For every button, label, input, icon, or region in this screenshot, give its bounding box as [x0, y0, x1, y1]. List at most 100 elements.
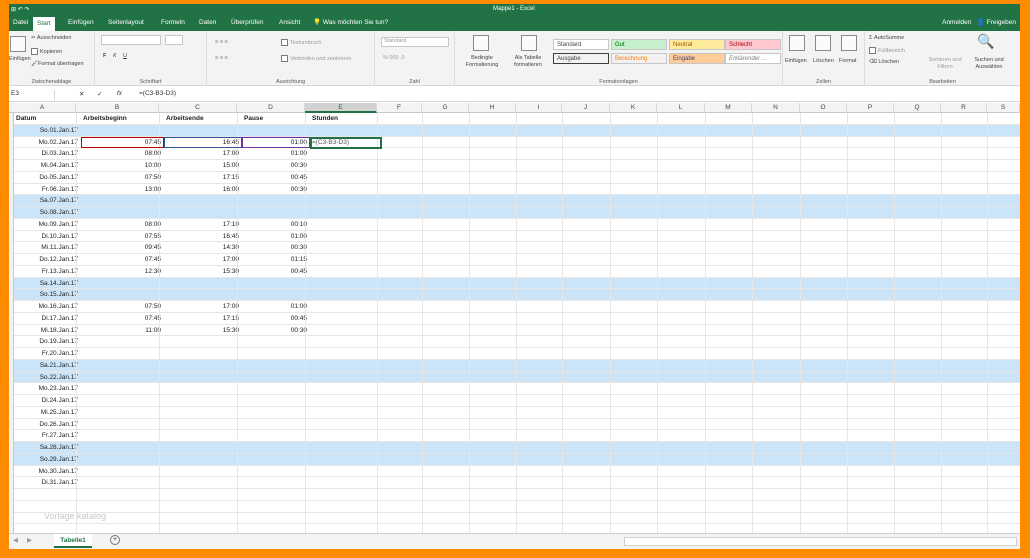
cell-end[interactable] — [164, 419, 239, 431]
prev-sheet-icon[interactable]: ◀ — [13, 536, 18, 544]
cell-end[interactable] — [164, 360, 239, 372]
delete-cells-icon[interactable] — [815, 35, 831, 51]
cell-end[interactable] — [164, 289, 239, 301]
percent-icon[interactable]: % 000 ,0 — [383, 55, 405, 61]
cell-start[interactable]: 13:00 — [81, 184, 161, 196]
cell-end[interactable] — [164, 195, 239, 207]
cell-start[interactable] — [81, 454, 161, 466]
cell-start[interactable] — [81, 466, 161, 478]
bold-button[interactable]: F — [103, 53, 106, 59]
cell-date[interactable]: So.08.Jan.17 — [14, 207, 78, 219]
cell-start[interactable]: 09:45 — [81, 242, 161, 254]
cell-end[interactable] — [164, 430, 239, 442]
clear-button[interactable]: ⌫ Löschen — [869, 59, 899, 65]
column-header-k[interactable]: K — [610, 103, 657, 113]
cell-end[interactable]: 16:45 — [164, 231, 239, 243]
cell-date[interactable]: So.29.Jan.17 — [14, 454, 78, 466]
quick-access-toolbar[interactable]: ⊞ ↶ ↷ — [11, 6, 29, 13]
cell-date[interactable]: Mo.16.Jan.17 — [14, 301, 78, 313]
cell-start[interactable] — [81, 348, 161, 360]
cell-start[interactable]: 07:45 — [81, 313, 161, 325]
cell-start[interactable] — [81, 195, 161, 207]
cell-date[interactable]: Mo.23.Jan.17 — [14, 383, 78, 395]
cell-date[interactable]: Mi.04.Jan.17 — [14, 160, 78, 172]
formula-input[interactable]: =(C3-B3-D3) — [139, 90, 176, 97]
cell-date[interactable]: Sa.07.Jan.17 — [14, 195, 78, 207]
number-format-select[interactable]: Standard — [381, 37, 449, 47]
paste-icon[interactable] — [10, 36, 26, 52]
cell-start[interactable]: 10:00 — [81, 160, 161, 172]
style-input[interactable]: Eingabe — [669, 53, 725, 64]
font-size-select[interactable] — [165, 35, 183, 45]
cell-date[interactable]: Mo.09.Jan.17 — [14, 219, 78, 231]
cell-end[interactable] — [164, 372, 239, 384]
cell-date[interactable]: Do.05.Jan.17 — [14, 172, 78, 184]
column-header-q[interactable]: Q — [894, 103, 941, 113]
cell-date[interactable]: Di.31.Jan.17 — [14, 477, 79, 489]
cell-end[interactable] — [164, 442, 239, 454]
cell-end[interactable] — [164, 383, 239, 395]
align-left-icon[interactable]: ≡ ≡ ≡ — [215, 55, 228, 61]
tab-insert[interactable]: Einfügen — [64, 15, 98, 31]
column-header-a[interactable]: A — [9, 103, 76, 113]
tell-me-box[interactable]: 💡 Was möchten Sie tun? — [313, 15, 388, 31]
cancel-icon[interactable]: ✕ — [79, 90, 84, 98]
cell-end[interactable]: 15:30 — [164, 266, 239, 278]
cell-date[interactable]: Mi.11.Jan.17 — [14, 242, 78, 254]
cell-date[interactable]: Di.17.Jan.17 — [14, 313, 79, 325]
column-header-b[interactable]: B — [76, 103, 159, 113]
column-header-o[interactable]: O — [800, 103, 847, 113]
format-table-button[interactable]: Als Tabelle formatieren — [507, 55, 549, 69]
cell-date[interactable]: Do.26.Jan.17 — [14, 419, 78, 431]
cell-date[interactable]: So.22.Jan.17 — [14, 372, 78, 384]
style-neutral[interactable]: Neutral — [669, 39, 725, 50]
tab-file[interactable]: Datei — [9, 15, 32, 31]
next-sheet-icon[interactable]: ▶ — [27, 536, 32, 544]
sort-filter-button[interactable]: Sortieren und Filtern — [925, 57, 965, 71]
cell-date[interactable]: Mi.18.Jan.17 — [14, 325, 78, 337]
tab-formulas[interactable]: Formeln — [157, 15, 189, 31]
cell-end[interactable] — [164, 336, 239, 348]
cell-start[interactable]: 07:50 — [81, 172, 161, 184]
cell-pause[interactable] — [242, 125, 307, 137]
cell-start[interactable] — [81, 419, 161, 431]
cell-pause[interactable] — [242, 419, 307, 431]
column-header-i[interactable]: I — [516, 103, 562, 113]
cell-pause[interactable] — [242, 383, 307, 395]
style-calculation[interactable]: Berechnung — [611, 53, 667, 64]
format-cells-button[interactable]: Format — [839, 58, 856, 64]
paste-button[interactable]: Einfügen — [9, 56, 31, 62]
cell-pause[interactable] — [242, 195, 307, 207]
cell-pause[interactable]: 01:00 — [242, 231, 307, 243]
header-pause[interactable]: Pause — [244, 113, 310, 125]
cell-pause[interactable] — [242, 348, 307, 360]
cell-date[interactable]: Fr.13.Jan.17 — [14, 266, 78, 278]
column-header-d[interactable]: D — [237, 103, 305, 113]
cell-date[interactable]: So.01.Jan.17 — [14, 125, 78, 137]
cell-pause[interactable] — [242, 336, 307, 348]
cell-date[interactable]: Fr.27.Jan.17 — [14, 430, 78, 442]
cut-button[interactable]: ✂ Ausschneiden — [31, 35, 71, 41]
conditional-format-button[interactable]: Bedingte Formatierung — [457, 55, 507, 69]
cell-pause[interactable] — [242, 477, 307, 489]
style-standard[interactable]: Standard — [553, 39, 609, 50]
fill-button[interactable]: Füllbereich — [869, 47, 905, 54]
column-header-c[interactable]: C — [159, 103, 237, 113]
cell-start[interactable] — [81, 477, 161, 489]
cell-formula-edit[interactable]: =(C3-B3-D3) — [312, 137, 349, 149]
cell-pause[interactable]: 00:45 — [242, 172, 307, 184]
cell-start[interactable] — [81, 383, 161, 395]
cell-end[interactable] — [164, 348, 239, 360]
add-sheet-button[interactable]: + — [110, 535, 120, 545]
column-header-l[interactable]: L — [657, 103, 705, 113]
column-header-j[interactable]: J — [562, 103, 610, 113]
tab-start[interactable]: Start — [33, 17, 55, 31]
cell-end[interactable]: 17:00 — [164, 254, 239, 266]
style-output[interactable]: Ausgabe — [553, 53, 609, 64]
delete-cells-button[interactable]: Löschen — [813, 58, 834, 64]
cell-pause[interactable]: 00:30 — [242, 160, 307, 172]
cell-pause[interactable]: 01:00 — [242, 148, 307, 160]
header-stunden[interactable]: Stunden — [312, 113, 382, 125]
style-explanatory[interactable]: Erklärender ... — [725, 53, 781, 64]
cell-pause[interactable] — [242, 207, 307, 219]
